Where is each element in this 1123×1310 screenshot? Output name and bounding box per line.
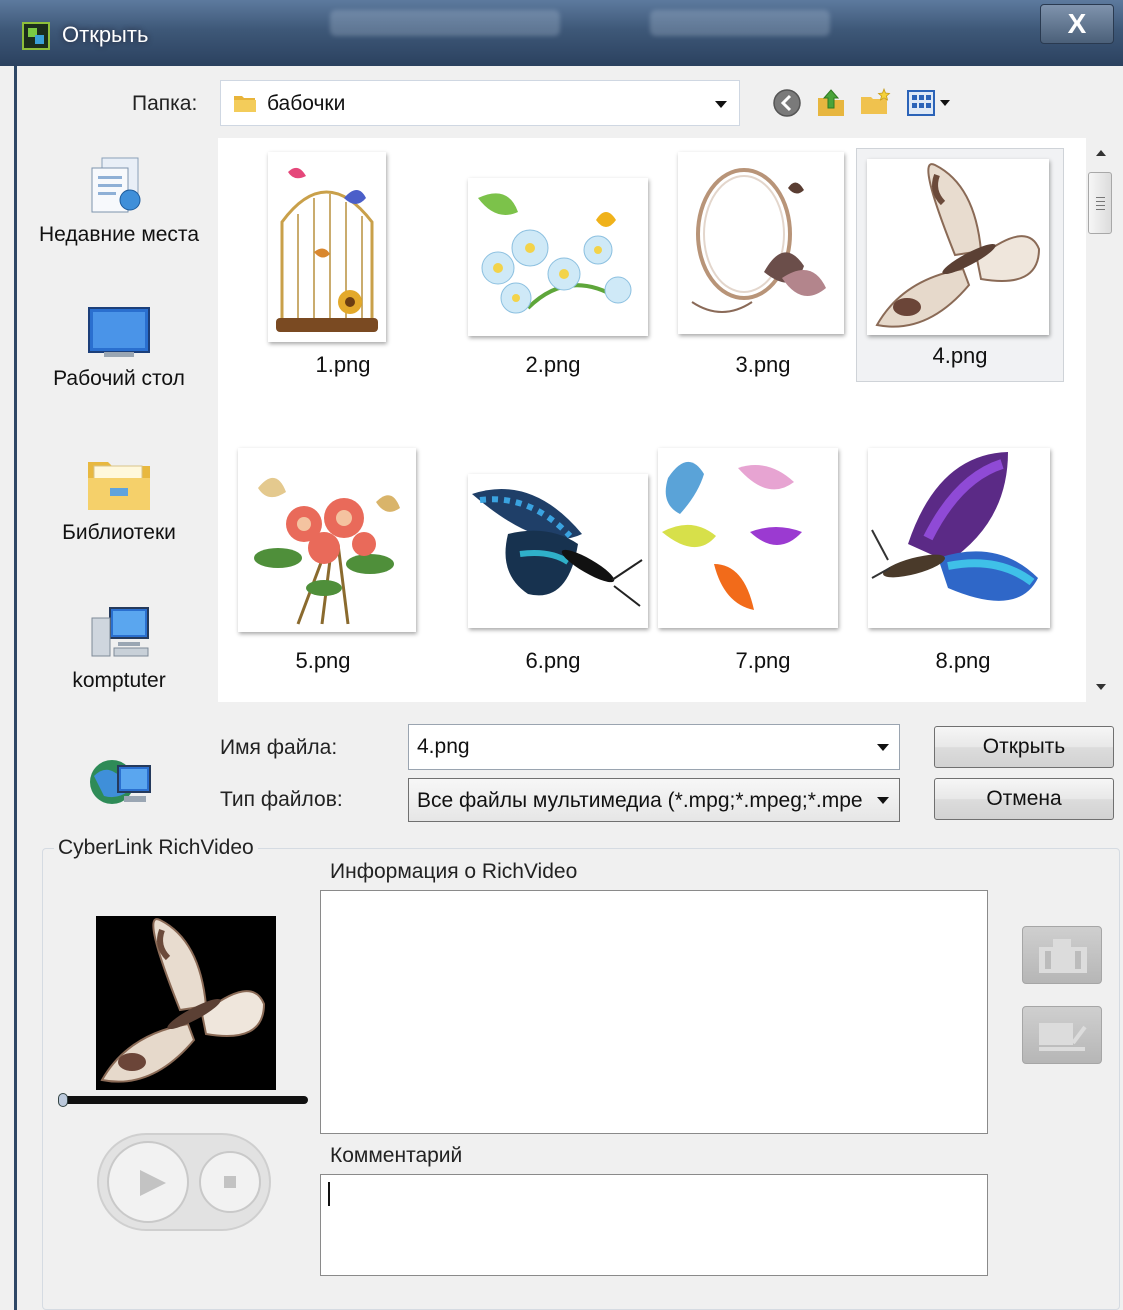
richvideo-group-title: CyberLink RichVideo [54, 836, 258, 860]
file-item-selected[interactable]: 4.png [856, 148, 1064, 382]
file-thumbnail [678, 152, 844, 334]
close-button[interactable]: X [1040, 4, 1114, 44]
open-button[interactable]: Открыть [934, 726, 1114, 768]
file-name: 8.png [935, 648, 991, 673]
comment-textbox[interactable] [320, 1174, 988, 1276]
back-icon[interactable] [770, 86, 804, 120]
file-item[interactable]: 1.png [238, 152, 448, 402]
scroll-down-icon[interactable] [1094, 682, 1108, 692]
file-item[interactable]: 6.png [448, 448, 658, 698]
edit-icon [1039, 1023, 1087, 1051]
folder-label: Папка: [132, 92, 198, 115]
file-thumbnail [238, 448, 416, 632]
desktop-icon [88, 307, 150, 357]
place-computer[interactable]: komptuter [30, 604, 208, 696]
text-caret [328, 1182, 330, 1206]
scroll-up-icon[interactable] [1094, 148, 1108, 158]
computer-icon [91, 607, 149, 657]
camera-icon [1039, 939, 1087, 973]
file-list[interactable]: 1.png 2.png 3.png 4.png 5.png 6.png 7.pn… [218, 138, 1086, 702]
file-name: 6.png [525, 648, 581, 673]
vertical-scrollbar[interactable] [1086, 138, 1116, 702]
place-label: Недавние места [39, 223, 199, 246]
scroll-thumb[interactable] [1088, 172, 1112, 234]
network-icon [90, 760, 151, 804]
file-name: 4.png [932, 343, 988, 368]
title-bar: Открыть X [0, 0, 1123, 66]
up-folder-icon[interactable] [814, 86, 848, 120]
cancel-button[interactable]: Отмена [934, 778, 1114, 820]
open-dialog: Открыть X Папка: бабочки Недавние места … [0, 0, 1123, 1310]
place-label: Библиотеки [62, 521, 176, 544]
filetype-select[interactable]: Все файлы мультимедиа (*.mpg;*.mpeg;*.mp… [408, 778, 900, 822]
libraries-icon [88, 462, 150, 510]
place-recent[interactable]: Недавние места [30, 154, 208, 250]
filetype-value: Все файлы мультимедиа (*.mpg;*.mpeg;*.mp… [417, 789, 863, 812]
seek-bar[interactable] [62, 1096, 308, 1104]
seek-handle[interactable] [58, 1093, 68, 1107]
new-folder-icon[interactable] [858, 86, 892, 120]
file-item[interactable]: 2.png [448, 152, 658, 402]
capture-button[interactable] [1022, 926, 1102, 984]
folder-icon [234, 96, 256, 112]
file-name: 5.png [295, 648, 351, 673]
file-item[interactable]: 5.png [218, 448, 428, 698]
comment-label: Комментарий [330, 1144, 463, 1167]
chevron-down-icon[interactable] [877, 797, 889, 804]
place-network[interactable] [30, 752, 208, 818]
chevron-down-icon[interactable] [877, 744, 889, 751]
file-item[interactable]: 8.png [858, 448, 1068, 698]
file-thumbnail [867, 159, 1049, 335]
chevron-down-icon[interactable] [715, 101, 727, 108]
window-title: Открыть [62, 22, 149, 47]
file-name: 1.png [315, 352, 371, 377]
place-desktop[interactable]: Рабочий стол [30, 306, 208, 394]
filename-input[interactable]: 4.png [408, 724, 900, 770]
file-thumbnail [868, 448, 1050, 628]
file-thumbnail [658, 448, 838, 628]
place-label: Рабочий стол [53, 367, 185, 390]
file-item[interactable]: 7.png [658, 448, 868, 698]
file-name: 2.png [525, 352, 581, 377]
file-name: 3.png [735, 352, 791, 377]
file-thumbnail [468, 474, 648, 628]
view-menu-icon[interactable] [906, 86, 956, 120]
filename-label: Имя файла: [220, 736, 338, 759]
app-icon [22, 22, 50, 50]
playback-controls [97, 1133, 271, 1231]
file-thumbnail [468, 178, 648, 336]
folder-combo[interactable]: бабочки [220, 80, 740, 126]
file-item[interactable]: 3.png [658, 152, 868, 402]
info-label: Информация о RichVideo [330, 860, 578, 883]
stop-icon[interactable] [220, 1172, 240, 1192]
recent-places-icon [91, 157, 141, 213]
preview-image [96, 916, 276, 1090]
filename-value: 4.png [417, 735, 470, 758]
folder-value: бабочки [267, 92, 346, 115]
file-thumbnail [268, 152, 386, 342]
place-label: komptuter [72, 669, 166, 692]
play-icon[interactable] [132, 1166, 172, 1200]
filetype-label: Тип файлов: [220, 788, 343, 811]
file-name: 7.png [735, 648, 791, 673]
info-textbox[interactable] [320, 890, 988, 1134]
place-libraries[interactable]: Библиотеки [30, 454, 208, 548]
edit-button[interactable] [1022, 1006, 1102, 1064]
